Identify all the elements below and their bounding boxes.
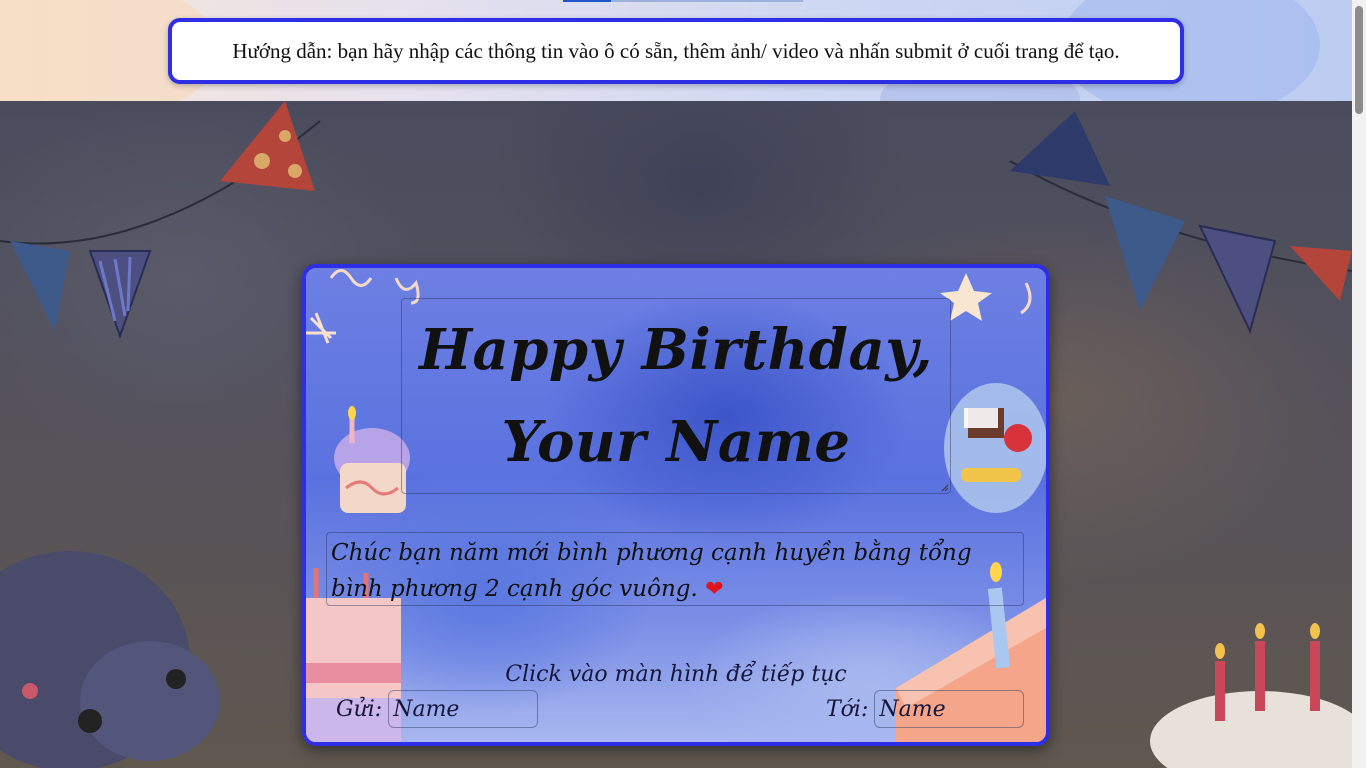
title-line-2: Your Name xyxy=(501,409,851,475)
instruction-box: Hướng dẫn: bạn hãy nhập các thông tin và… xyxy=(168,18,1184,84)
heart-icon: ❤ xyxy=(705,577,724,602)
instruction-text: Hướng dẫn: bạn hãy nhập các thông tin và… xyxy=(232,38,1120,63)
recipient-input[interactable]: Name xyxy=(874,690,1025,728)
flag-red-dotted-icon xyxy=(220,101,315,191)
tab-strip xyxy=(563,0,803,2)
top-banner: Hướng dẫn: bạn hãy nhập các thông tin và… xyxy=(0,0,1352,101)
flag-red-icon xyxy=(1290,246,1352,301)
resize-handle-icon[interactable] xyxy=(941,484,949,492)
continue-hint: Click vào màn hình để tiếp tục xyxy=(505,662,847,687)
sender-field: Gửi: Name xyxy=(336,690,539,728)
recipient-field: Tới: Name xyxy=(826,690,1025,728)
birthday-card[interactable]: Happy Birthday, Your Name Chúc bạn năm m… xyxy=(302,264,1050,746)
message-text: Chúc bạn năm mới bình phương cạnh huyền … xyxy=(331,540,972,602)
cake-icon xyxy=(1150,691,1352,768)
scrollbar-thumb[interactable] xyxy=(1355,6,1363,114)
recipient-label: Tới: xyxy=(826,696,869,722)
sender-label: Gửi: xyxy=(336,696,383,722)
squiggle-icon xyxy=(329,269,373,287)
flag-blue-icon xyxy=(10,241,70,331)
sender-input[interactable]: Name xyxy=(388,690,539,728)
page-scrollbar[interactable] xyxy=(1352,0,1366,768)
active-tab-indicator xyxy=(563,0,611,2)
title-input[interactable]: Happy Birthday, Your Name xyxy=(401,298,951,494)
title-line-1: Happy Birthday, xyxy=(419,317,933,383)
flag-striped-icon xyxy=(1198,224,1277,334)
flag-blue-icon xyxy=(1105,196,1185,311)
message-input[interactable]: Chúc bạn năm mới bình phương cạnh huyền … xyxy=(326,532,1024,606)
candy-jar-icon xyxy=(944,383,1046,513)
sparkle-icon xyxy=(306,312,336,344)
flag-navy-icon xyxy=(1010,111,1110,186)
